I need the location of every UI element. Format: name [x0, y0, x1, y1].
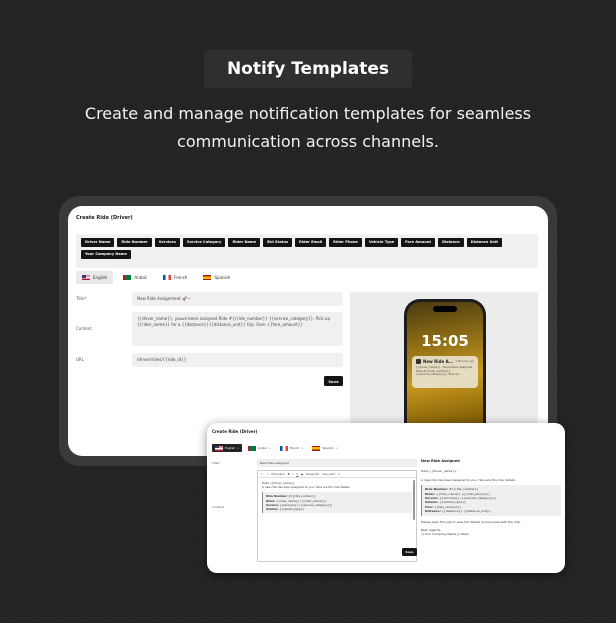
tab-arabic[interactable]: Arabic — [117, 271, 153, 284]
paragraph-select[interactable]: Paragraph — [271, 473, 284, 476]
editor-toolbar: ↶ ↷ Paragraph B I U S Paragraph Sans-ser… — [258, 471, 416, 478]
close-icon[interactable]: ⊗ — [269, 447, 271, 450]
title-input[interactable]: New Ride Assignment 🚀— — [132, 292, 343, 306]
es-flag-icon — [203, 275, 212, 280]
editor-content: Hello {{driver_name}}, A new ride has be… — [258, 478, 416, 516]
preview-heading: New Ride Assigned — [421, 459, 460, 463]
tag-services[interactable]: Services — [154, 238, 180, 247]
text-color-icon[interactable]: A — [338, 473, 340, 476]
tag-company-name[interactable]: Your Company Name — [81, 250, 131, 259]
tag-vehicle-type[interactable]: Vehicle Type — [364, 238, 399, 247]
fr-flag-icon — [163, 275, 172, 280]
push-notification: New Ride A... 5 Minutes Ago {{driver_nam… — [412, 356, 478, 388]
tab-label: Arabic — [134, 275, 148, 280]
dynamic-island — [433, 306, 457, 312]
notif-title: New Ride A... — [423, 359, 454, 364]
notif-time: 5 Minutes Ago — [455, 360, 474, 363]
tab-english[interactable]: English ⊗ — [212, 444, 243, 452]
title-input[interactable]: New Ride Assigned — [257, 459, 417, 467]
tab-french[interactable]: French — [157, 271, 193, 284]
strike-icon[interactable]: S — [301, 473, 303, 476]
font-select[interactable]: Sans-serif — [322, 473, 335, 476]
close-icon[interactable]: ⊗ — [301, 447, 303, 450]
url-input[interactable]: /driver/rides/{{ride_id}} — [132, 353, 343, 367]
us-flag-icon — [215, 445, 223, 451]
language-tabs: English ⊗ Arabic ⊗ French ⊗ Spanish ⊗ — [212, 444, 340, 452]
tab-label: French — [290, 446, 300, 450]
card-title: Create Ride (Driver) — [212, 429, 258, 434]
create-template-card: Create Ride (Driver) Driver Name Ride Nu… — [68, 206, 548, 456]
tab-label: English — [225, 446, 236, 450]
email-preview: New Ride Assigned Hello {{driver_name}},… — [421, 459, 561, 569]
tag-distance-unit[interactable]: Distance Unit — [466, 238, 503, 247]
preview-intro: A new ride has been assigned to you. Her… — [421, 477, 516, 482]
title-label: Title* — [76, 296, 87, 301]
tab-label: Spanish — [322, 446, 334, 450]
tag-bid-status[interactable]: Bid Status — [263, 238, 293, 247]
tab-label: French — [174, 275, 188, 280]
editor-scrollbar[interactable] — [413, 480, 415, 520]
tag-ride-number[interactable]: Ride Number — [117, 238, 152, 247]
tab-french[interactable]: French ⊗ — [277, 444, 306, 452]
url-label: URL — [76, 357, 84, 362]
preview-team: {{Your Company Name}} Team — [421, 532, 469, 537]
tab-arabic[interactable]: Arabic ⊗ — [245, 444, 274, 452]
tag-rider-name[interactable]: Rider Name — [228, 238, 261, 247]
save-button[interactable]: Save — [324, 376, 343, 386]
preview-details: Ride Number: #{{ride_number}} Rider: {{r… — [421, 485, 561, 516]
save-button[interactable]: Save — [402, 548, 417, 556]
tab-english[interactable]: English — [76, 271, 114, 284]
tag-fare-amount[interactable]: Fare Amount — [401, 238, 436, 247]
app-icon — [416, 359, 421, 364]
rich-text-editor[interactable]: ↶ ↷ Paragraph B I U S Paragraph Sans-ser… — [257, 470, 417, 562]
content-textarea[interactable]: {{driver_name}}, youve been assigned Rid… — [132, 312, 343, 346]
tab-spanish[interactable]: Spanish ⊗ — [309, 444, 340, 452]
tab-label: Arabic — [258, 446, 267, 450]
tab-spanish[interactable]: Spanish — [197, 271, 236, 284]
fr-flag-icon — [280, 445, 289, 451]
lock-clock: 15:05 — [421, 332, 469, 350]
close-icon[interactable]: ⊗ — [237, 447, 239, 450]
title-label: Title* — [212, 461, 220, 465]
tag-distance[interactable]: Distance — [438, 238, 464, 247]
section-badge: Notify Templates — [204, 50, 412, 88]
tab-label: Spanish — [214, 275, 231, 280]
ride-details-box: Ride Number: #{{ride_number}} Rider: {{r… — [262, 492, 412, 514]
card-title: Create Ride (Driver) — [76, 215, 133, 221]
preview-greeting: Hello {{driver_name}}, — [421, 469, 457, 474]
redo-icon[interactable]: ↷ — [266, 473, 268, 476]
tag-rider-phone[interactable]: Rider Phone — [329, 238, 362, 247]
tab-label: English — [93, 275, 108, 280]
section-subtitle: Create and manage notification templates… — [84, 104, 532, 151]
underline-icon[interactable]: U — [296, 473, 298, 476]
tag-rider-email[interactable]: Rider Email — [295, 238, 327, 247]
heading-select[interactable]: Paragraph — [306, 473, 319, 476]
preview-outro: Please open the app to view full details… — [421, 519, 521, 524]
notif-body: {{driver_name}}, Youve Been Assigned Rid… — [416, 365, 473, 377]
bold-icon[interactable]: B — [288, 473, 290, 476]
ar-flag-icon — [123, 275, 132, 280]
language-tabs: English Arabic French Spanish — [76, 271, 236, 284]
tag-service-category[interactable]: Service Category — [182, 238, 226, 247]
us-flag-icon — [82, 275, 90, 280]
es-flag-icon — [312, 445, 321, 451]
content-label: Content — [212, 505, 224, 509]
close-icon[interactable]: ⊗ — [335, 447, 337, 450]
placeholder-tags: Driver Name Ride Number Services Service… — [76, 234, 538, 268]
italic-icon[interactable]: I — [293, 473, 294, 476]
tag-driver-name[interactable]: Driver Name — [81, 238, 115, 247]
content-label: Content — [76, 326, 92, 331]
ar-flag-icon — [248, 445, 257, 451]
email-template-card: Create Ride (Driver) English ⊗ Arabic ⊗ … — [207, 423, 565, 573]
editor-line: A new ride has been assigned to you. Her… — [262, 485, 351, 490]
undo-icon[interactable]: ↶ — [261, 473, 263, 476]
